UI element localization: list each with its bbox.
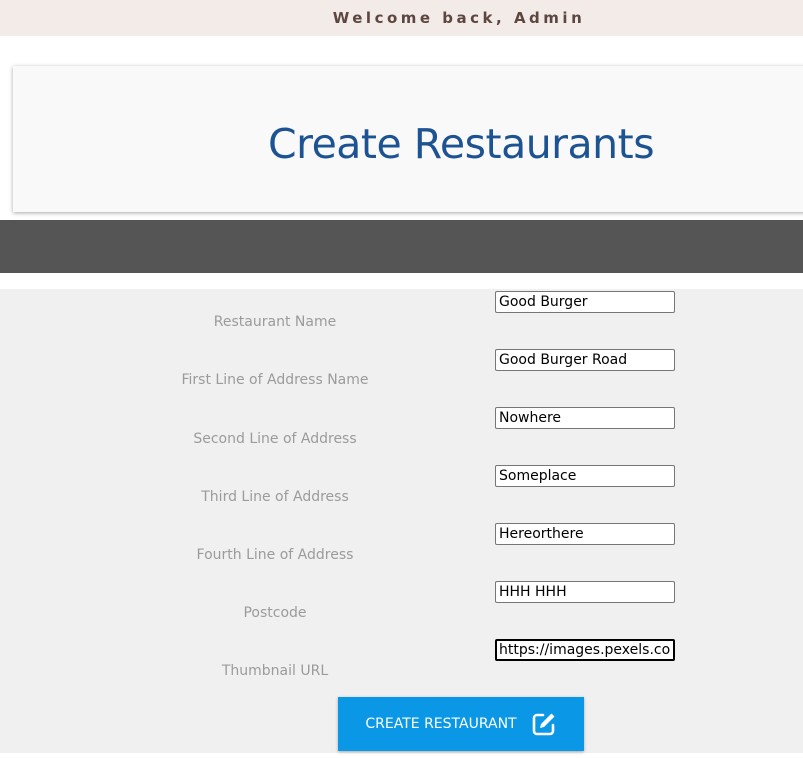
welcome-bar: Welcome back, Admin (0, 0, 803, 36)
address-line-3-input[interactable] (495, 465, 675, 487)
address-line-4-label: Fourth Line of Address (196, 547, 354, 563)
create-restaurant-label: CREATE RESTAURANT (365, 716, 517, 732)
address-line-2-input[interactable] (495, 407, 675, 429)
page-title: Create Restaurants (268, 120, 655, 168)
address-line-1-label: First Line of Address Name (181, 372, 369, 388)
address-line-3-label: Third Line of Address (201, 489, 349, 505)
edit-icon (532, 713, 555, 736)
restaurant-name-label: Restaurant Name (213, 314, 337, 330)
nav-band (0, 220, 803, 273)
restaurant-form (0, 289, 803, 753)
create-restaurant-button[interactable]: CREATE RESTAURANT (338, 697, 584, 751)
thumbnail-url-label: Thumbnail URL (221, 663, 329, 679)
address-line-1-input[interactable] (495, 349, 675, 371)
postcode-input[interactable] (495, 581, 675, 603)
postcode-label: Postcode (243, 605, 307, 621)
welcome-message: Welcome back, Admin (332, 9, 586, 27)
address-line-2-label: Second Line of Address (193, 431, 357, 447)
thumbnail-url-input[interactable] (495, 639, 675, 661)
address-line-4-input[interactable] (495, 523, 675, 545)
restaurant-name-input[interactable] (495, 291, 675, 313)
